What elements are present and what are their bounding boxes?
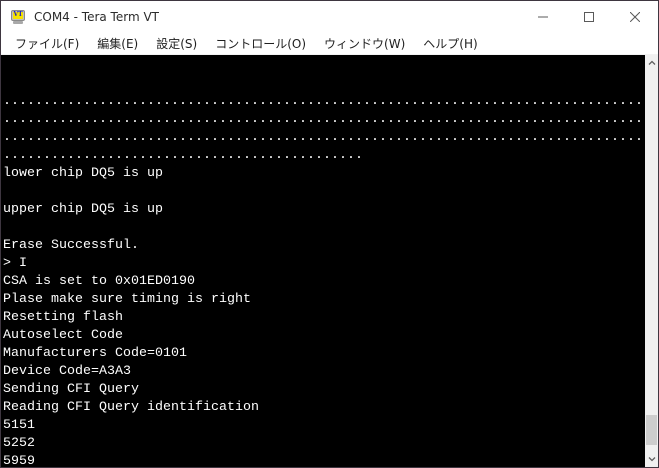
terminal-line — [3, 218, 645, 236]
terminal-line: ........................................… — [3, 128, 645, 146]
minimize-button[interactable] — [520, 1, 566, 32]
tera-term-vt-icon: VT — [10, 9, 26, 25]
terminal-line: Reading CFI Query identification — [3, 398, 645, 416]
window-controls — [520, 1, 658, 32]
menu-bar: ファイル(F) 編集(E) 設定(S) コントロール(O) ウィンドウ(W) ヘ… — [1, 32, 658, 55]
terminal-line: 5959 — [3, 452, 645, 467]
terminal-lines: ........................................… — [3, 92, 645, 467]
terminal-line: Erase Successful. — [3, 236, 645, 254]
minimize-icon — [538, 12, 548, 22]
terminal-line: ........................................… — [3, 110, 645, 128]
terminal-line: Plase make sure timing is right — [3, 290, 645, 308]
close-icon — [630, 12, 640, 22]
terminal-line: Sending CFI Query — [3, 380, 645, 398]
vertical-scrollbar[interactable] — [645, 55, 658, 467]
terminal-line: 5252 — [3, 434, 645, 452]
terminal-area[interactable]: ........................................… — [1, 55, 658, 467]
maximize-icon — [584, 12, 594, 22]
chevron-down-icon — [648, 455, 656, 463]
terminal-line: > I — [3, 254, 645, 272]
terminal-line: CSA is set to 0x01ED0190 — [3, 272, 645, 290]
tera-term-window: VT COM4 - Tera Term VT フ — [0, 0, 659, 468]
vt-icon-base — [13, 21, 23, 24]
terminal-line: 5151 — [3, 416, 645, 434]
title-bar[interactable]: VT COM4 - Tera Term VT — [1, 1, 658, 32]
maximize-button[interactable] — [566, 1, 612, 32]
terminal-line: Device Code=A3A3 — [3, 362, 645, 380]
scrollbar-thumb[interactable] — [646, 415, 657, 445]
menu-setup[interactable]: 設定(S) — [147, 33, 206, 54]
menu-window[interactable]: ウィンドウ(W) — [315, 33, 414, 54]
terminal-line: lower chip DQ5 is up — [3, 164, 645, 182]
vt-icon-screen: VT — [11, 10, 25, 21]
terminal-content: ........................................… — [1, 55, 645, 467]
terminal-line: Resetting flash — [3, 308, 645, 326]
vt-icon-label: VT — [13, 12, 23, 19]
scroll-down-button[interactable] — [645, 451, 658, 467]
terminal-line: ........................................… — [3, 92, 645, 110]
terminal-line: Manufacturers Code=0101 — [3, 344, 645, 362]
terminal-line: Autoselect Code — [3, 326, 645, 344]
menu-file[interactable]: ファイル(F) — [6, 33, 88, 54]
scroll-up-button[interactable] — [645, 55, 658, 71]
menu-help[interactable]: ヘルプ(H) — [414, 33, 486, 54]
window-title: COM4 - Tera Term VT — [34, 10, 159, 24]
terminal-line — [3, 182, 645, 200]
close-button[interactable] — [612, 1, 658, 32]
menu-control[interactable]: コントロール(O) — [206, 33, 315, 54]
terminal-line: upper chip DQ5 is up — [3, 200, 645, 218]
menu-edit[interactable]: 編集(E) — [88, 33, 147, 54]
terminal-line: ........................................… — [3, 146, 645, 164]
chevron-up-icon — [648, 59, 656, 67]
